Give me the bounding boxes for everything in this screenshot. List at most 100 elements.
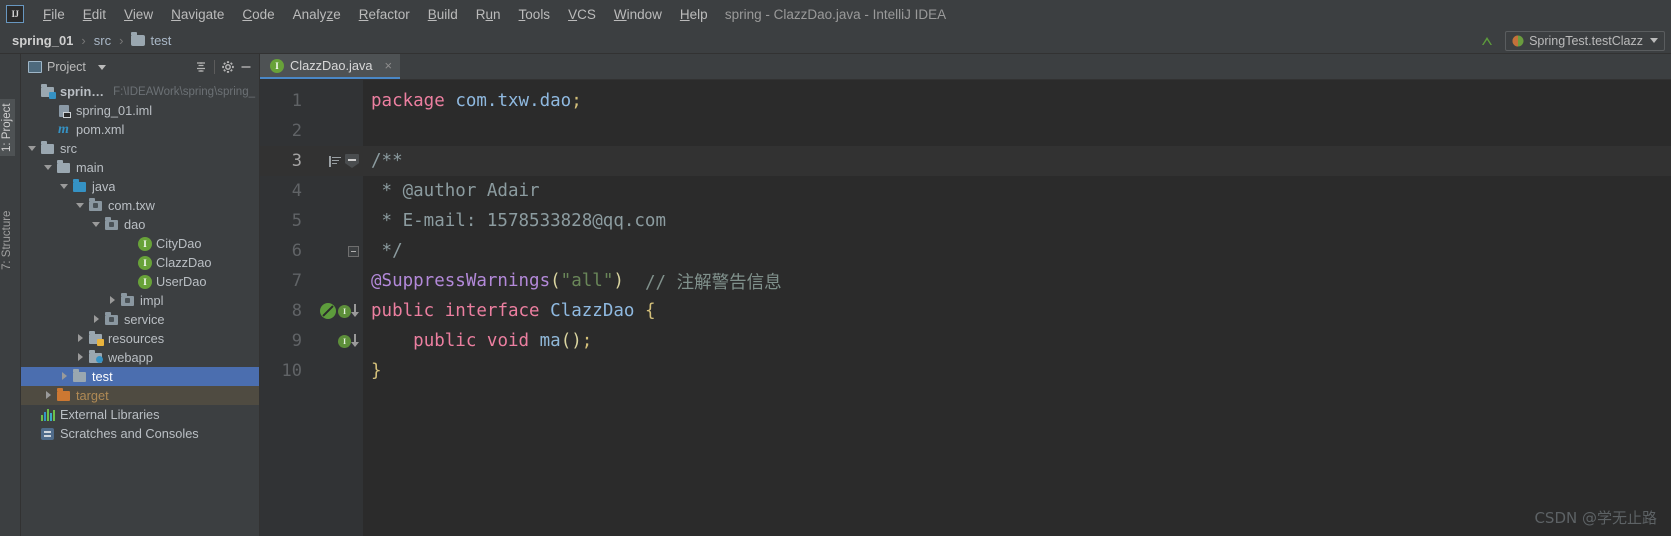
tree-node-webapp[interactable]: webapp: [21, 348, 259, 367]
tree-node-src[interactable]: src: [21, 139, 259, 158]
tree-node-label: Scratches and Consoles: [60, 426, 199, 441]
menu-item-refactor[interactable]: Refactor: [350, 4, 419, 25]
chevron-right-icon[interactable]: [91, 314, 102, 325]
implemented-icon[interactable]: I: [338, 334, 359, 348]
sidebar-item-structure[interactable]: 7: Structure: [0, 207, 15, 274]
spring-bean-icon[interactable]: [320, 303, 336, 319]
gutter-line-4[interactable]: 4: [260, 176, 363, 206]
editor-tab-label: ClazzDao.java: [290, 58, 373, 73]
tree-node-spring-01[interactable]: spring_01 F:\IDEAWork\spring\spring_: [21, 82, 259, 101]
chevron-down-icon[interactable]: [91, 219, 102, 230]
editor-gutter[interactable]: 1 2 3 4 5 6 7 8 I 9 I 10: [260, 80, 363, 536]
tree-node-service[interactable]: service: [21, 310, 259, 329]
chevron-down-icon[interactable]: [97, 64, 106, 70]
menu-item-view[interactable]: View: [115, 4, 162, 25]
implemented-icon[interactable]: I: [338, 304, 359, 318]
code-line-2[interactable]: [363, 116, 1671, 146]
tree-node-scratches-and-consoles[interactable]: Scratches and Consoles: [21, 424, 259, 443]
editor-tab-clazzdao[interactable]: I ClazzDao.java ×: [260, 54, 401, 79]
menu-item-file[interactable]: File: [34, 4, 74, 25]
collapse-all-icon[interactable]: [192, 58, 210, 76]
chevron-right-icon[interactable]: [59, 371, 70, 382]
chevron-down-icon[interactable]: [59, 181, 70, 192]
interface-icon: I: [136, 274, 152, 289]
code-token: */: [371, 241, 403, 261]
tree-node-main[interactable]: main: [21, 158, 259, 177]
code-line-1[interactable]: package com.txw.dao;: [363, 86, 1671, 116]
code-line-10[interactable]: }: [363, 356, 1671, 386]
tree-node-label: dao: [124, 217, 146, 232]
gutter-line-6[interactable]: 6: [260, 236, 363, 266]
make-project-icon[interactable]: [1477, 31, 1497, 51]
menu-item-edit[interactable]: Edit: [74, 4, 115, 25]
tree-node-com-txw[interactable]: com.txw: [21, 196, 259, 215]
tree-node-userdao[interactable]: I UserDao: [21, 272, 259, 291]
tree-node-impl[interactable]: impl: [21, 291, 259, 310]
chevron-right-icon[interactable]: [75, 333, 86, 344]
editor-code[interactable]: package com.txw.dao; /** * @author Adair…: [363, 80, 1671, 536]
intellij-window: IJ File Edit View Navigate Code Analyze Refact…: [0, 0, 1671, 536]
sidebar-item-project[interactable]: 1: Project: [0, 99, 15, 156]
gear-icon[interactable]: [219, 58, 237, 76]
code-token: ): [613, 271, 624, 291]
gutter-line-9[interactable]: 9I: [260, 326, 363, 356]
chevron-down-icon[interactable]: [27, 143, 38, 154]
menu-item-build[interactable]: Build: [419, 4, 467, 25]
tree-node-resources[interactable]: resources: [21, 329, 259, 348]
code-line-5[interactable]: * E-mail: 1578533828@qq.com: [363, 206, 1671, 236]
menu-item-tools[interactable]: Tools: [510, 4, 560, 25]
code-line-8[interactable]: public interface ClazzDao {: [363, 296, 1671, 326]
chevron-right-icon[interactable]: [43, 390, 54, 401]
menu-item-help[interactable]: Help: [671, 4, 717, 25]
fold-doc-icon[interactable]: [345, 154, 359, 168]
menu-item-code[interactable]: Code: [233, 4, 283, 25]
gutter-line-1[interactable]: 1: [260, 86, 363, 116]
project-tree[interactable]: spring_01 F:\IDEAWork\spring\spring_sprin…: [21, 80, 259, 536]
breadcrumb: spring_01 › src › test: [10, 31, 173, 50]
gutter-line-10[interactable]: 10: [260, 356, 363, 386]
menu-item-analyze[interactable]: Analyze: [284, 4, 350, 25]
menu-item-vcs[interactable]: VCS: [559, 4, 605, 25]
breadcrumb-item-src[interactable]: src: [92, 31, 113, 50]
tree-node-target[interactable]: target: [21, 386, 259, 405]
menu-item-run[interactable]: Run: [467, 4, 510, 25]
tree-node-clazzdao[interactable]: I ClazzDao: [21, 253, 259, 272]
run-configuration-selector[interactable]: SpringTest.testClazz: [1505, 30, 1665, 51]
tree-node-external-libraries[interactable]: External Libraries: [21, 405, 259, 424]
gutter-line-8[interactable]: 8I: [260, 296, 363, 326]
code-editor[interactable]: 1 2 3 4 5 6 7 8 I 9 I 10 package com.txw.dao; /** *…: [260, 80, 1671, 536]
menu-item-navigate[interactable]: Navigate: [162, 4, 233, 25]
chevron-right-icon[interactable]: [107, 295, 118, 306]
gutter-line-5[interactable]: 5: [260, 206, 363, 236]
gutter-line-3[interactable]: 3: [260, 146, 363, 176]
breadcrumb-item-test[interactable]: test: [129, 31, 173, 50]
code-line-3[interactable]: /**: [363, 146, 1671, 176]
tree-node-label: pom.xml: [76, 122, 125, 137]
chevron-down-icon[interactable]: [43, 162, 54, 173]
project-panel-title-group[interactable]: Project: [28, 60, 106, 74]
tree-node-pom-xml[interactable]: m pom.xml: [21, 120, 259, 139]
doc-lines-icon: [329, 155, 343, 168]
tree-node-citydao[interactable]: I CityDao: [21, 234, 259, 253]
menu-item-window[interactable]: Window: [605, 4, 671, 25]
code-line-7[interactable]: @SuppressWarnings("all") // 注解警告信息: [363, 266, 1671, 296]
tree-node-dao[interactable]: dao: [21, 215, 259, 234]
chevron-down-icon[interactable]: [75, 200, 86, 211]
tree-node-test[interactable]: test: [21, 367, 259, 386]
line-number: 10: [281, 361, 302, 381]
chevron-down-icon[interactable]: [1650, 38, 1658, 43]
tree-node-spring-01-iml[interactable]: spring_01.iml: [21, 101, 259, 120]
close-icon[interactable]: ×: [385, 58, 393, 73]
gutter-line-7[interactable]: 7: [260, 266, 363, 296]
code-line-4[interactable]: * @author Adair: [363, 176, 1671, 206]
code-line-9[interactable]: public void ma();: [363, 326, 1671, 356]
fold-end-icon[interactable]: [348, 245, 359, 257]
chevron-right-icon[interactable]: [75, 352, 86, 363]
breadcrumb-item-spring-01[interactable]: spring_01: [10, 31, 75, 50]
tree-node-label: spring_01: [60, 84, 105, 99]
tree-node-java[interactable]: java: [21, 177, 259, 196]
gutter-line-2[interactable]: 2: [260, 116, 363, 146]
hide-icon[interactable]: [237, 58, 255, 76]
code-line-6[interactable]: */: [363, 236, 1671, 266]
